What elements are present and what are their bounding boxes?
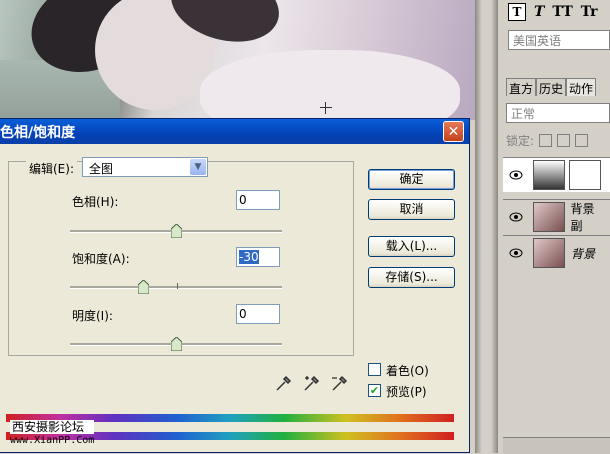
lock-transparency-icon[interactable]	[539, 133, 553, 147]
colorize-checkbox[interactable]	[368, 363, 381, 376]
tab-histogram[interactable]: 直方	[506, 78, 537, 96]
watermark-line-1: 西安摄影论坛	[10, 420, 95, 434]
tab-history[interactable]: 历史	[536, 78, 567, 96]
close-icon: ✕	[447, 124, 460, 140]
text-tool-icon[interactable]: T	[508, 3, 526, 21]
lock-row: 锁定:	[506, 131, 610, 149]
layer-row[interactable]	[503, 157, 610, 192]
eyedropper-minus-icon[interactable]	[330, 375, 348, 393]
layer-thumbnail	[533, 238, 565, 268]
lock-label: 锁定:	[506, 133, 535, 148]
layer-row[interactable]: 背景 副	[503, 199, 610, 234]
edit-select-value: 全图	[89, 162, 114, 176]
edit-label: 编辑(E):	[26, 160, 77, 177]
layer-mask-thumbnail	[569, 160, 601, 190]
hue-saturation-dialog: 色相/饱和度 ✕ 编辑(E): 全图 ▼ 色相(H): 0 饱和度(A): -3…	[0, 118, 470, 453]
right-panels: T T TT Tr 美国英语 直方 历史 动作 正常 锁定: 背景 副 背景	[498, 0, 610, 454]
adjustment-layer-thumbnail	[533, 160, 565, 190]
hue-slider-thumb[interactable]	[171, 224, 182, 238]
lock-move-icon[interactable]	[575, 133, 589, 147]
saturation-slider-thumb[interactable]	[138, 280, 149, 294]
close-button[interactable]: ✕	[443, 121, 464, 142]
dialog-title: 色相/饱和度	[0, 125, 76, 141]
eyedropper-icon[interactable]	[274, 375, 292, 393]
layer-row[interactable]: 背景	[503, 235, 610, 270]
preview-checkbox[interactable]: ✔	[368, 384, 381, 397]
saturation-value: -30	[239, 250, 259, 264]
eye-icon[interactable]	[507, 210, 525, 224]
tab-actions[interactable]: 动作	[566, 78, 597, 96]
hue-input[interactable]: 0	[236, 190, 280, 210]
layer-name: 背景	[571, 246, 596, 261]
photo-canvas[interactable]	[0, 0, 475, 120]
panel-tabs: 直方 历史 动作	[506, 78, 610, 96]
lightness-label: 明度(I):	[72, 309, 113, 323]
watermark-line-2: www.XianPP.Com	[10, 435, 95, 446]
lock-paint-icon[interactable]	[557, 133, 571, 147]
colorize-label: 着色(O)	[386, 364, 429, 378]
cancel-button[interactable]: 取消	[368, 199, 455, 220]
saturation-input[interactable]: -30	[236, 247, 280, 267]
saturation-label: 饱和度(A):	[72, 252, 130, 266]
saturation-slider-track[interactable]	[70, 286, 282, 289]
watermark: 西安摄影论坛 www.XianPP.Com	[10, 420, 95, 448]
all-caps-icon[interactable]: TT	[552, 4, 572, 20]
dialog-titlebar[interactable]: 色相/饱和度 ✕	[0, 119, 469, 144]
text-tool-options: T T TT Tr	[508, 2, 598, 22]
layers-bottom-bar	[503, 437, 610, 454]
layer-thumbnail	[532, 202, 565, 232]
lightness-input[interactable]: 0	[236, 304, 280, 324]
ok-button[interactable]: 确定	[368, 169, 455, 190]
language-select[interactable]: 美国英语	[508, 30, 610, 50]
italic-text-icon[interactable]: T	[534, 4, 544, 20]
eyedropper-plus-icon[interactable]	[302, 375, 320, 393]
load-button[interactable]: 载入(L)...	[368, 236, 455, 257]
preview-label: 预览(P)	[386, 385, 427, 399]
eye-icon[interactable]	[507, 168, 525, 182]
layer-name: 背景 副	[570, 202, 595, 233]
panel-divider	[475, 0, 498, 453]
save-button[interactable]: 存储(S)...	[368, 267, 455, 288]
crosshair-icon	[320, 102, 332, 114]
edit-select[interactable]: 全图 ▼	[82, 157, 208, 177]
chevron-down-icon[interactable]: ▼	[190, 159, 206, 175]
blend-mode-select[interactable]: 正常	[506, 103, 610, 123]
hue-label: 色相(H):	[72, 195, 119, 209]
small-caps-icon[interactable]: Tr	[581, 4, 598, 20]
lightness-slider-thumb[interactable]	[171, 337, 182, 351]
saturation-center-tick	[177, 283, 178, 289]
eye-icon[interactable]	[507, 246, 525, 260]
settings-group	[8, 161, 354, 356]
